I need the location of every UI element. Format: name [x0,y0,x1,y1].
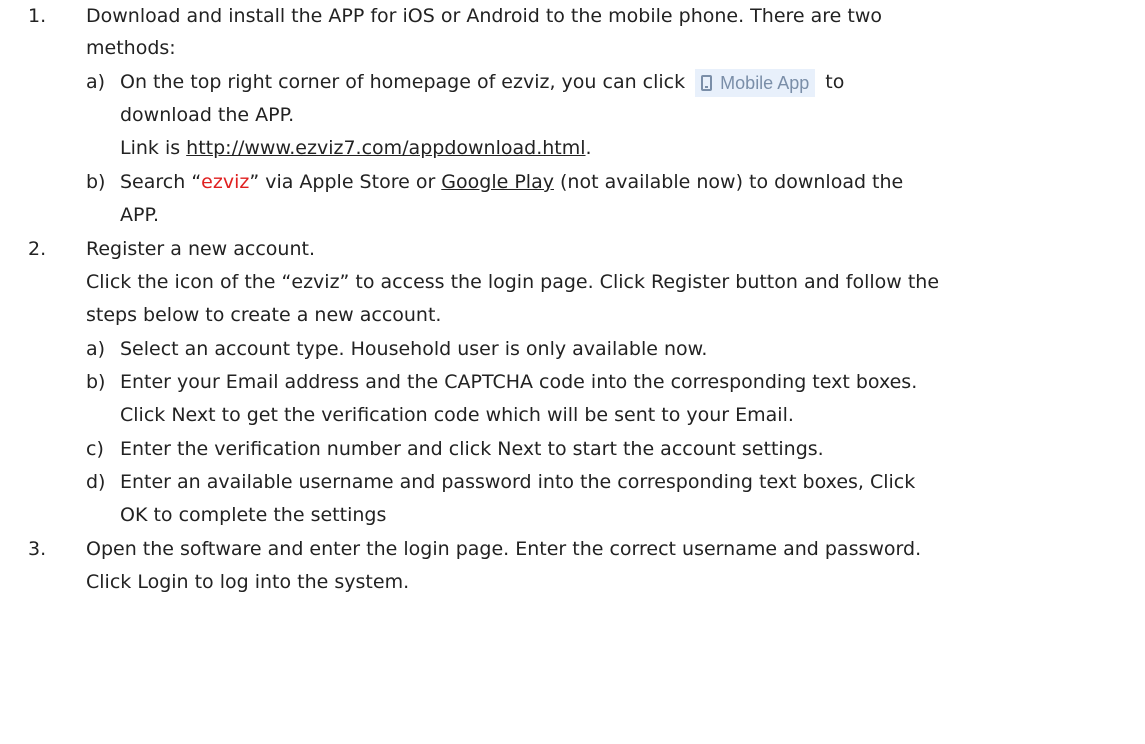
step-d-text-line-2: OK to complete the settings [120,504,387,526]
search-text-prefix: Search “ [120,171,202,193]
item-2-text-line-1: Register a new account. [86,238,315,260]
mobile-app-button[interactable]: Mobile App [695,69,816,97]
ezviz-highlight: ezviz [201,171,250,193]
item-1a-label: a) [86,71,106,93]
list-number-2: 2. [28,238,47,260]
link-prefix: Link is [120,137,187,159]
step-b-label: b) [86,371,106,393]
item-1a-line-1: On the top right corner of homepage of e… [120,69,845,97]
step-c-text: Enter the verification number and click … [120,438,824,460]
item-3-text-line-1: Open the software and enter the login pa… [86,538,922,560]
step-b-text-line-1: Enter your Email address and the CAPTCHA… [120,371,918,393]
item-1a-text-after-button: to [825,71,845,93]
google-play-link[interactable]: Google Play [441,171,554,193]
step-c-label: c) [86,438,104,460]
mobile-phone-icon [701,75,713,91]
step-a-text: Select an account type. Household user i… [120,338,708,360]
step-b-text-line-2: Click Next to get the verification code … [120,404,794,426]
step-a-label: a) [86,338,106,360]
app-download-link[interactable]: http://www.ezviz7.com/appdownload.html [186,137,585,159]
item-2-text-line-2: Click the icon of the “ezviz” to access … [86,271,940,293]
item-3-text-line-2: Click Login to log into the system. [86,571,410,593]
item-1b-line-2: APP. [120,204,159,226]
item-1b-label: b) [86,171,106,193]
item-1a-line-3: Link is http://www.ezviz7.com/appdownloa… [120,135,592,161]
search-text-middle: ” via Apple Store or [249,171,442,193]
item-1a-line-2: download the APP. [120,104,295,126]
link-suffix: . [585,137,592,159]
search-text-suffix: (not available now) to download the [553,171,904,193]
mobile-app-button-label: Mobile App [720,73,810,93]
list-number-1: 1. [28,5,47,27]
item-1b-line-1: Search “ezviz” via Apple Store or Google… [120,169,903,195]
item-2-text-line-3: steps below to create a new account. [86,304,442,326]
step-d-label: d) [86,471,106,493]
list-number-3: 3. [28,538,47,560]
item-1a-text-before-button: On the top right corner of homepage of e… [120,71,686,93]
step-d-text-line-1: Enter an available username and password… [120,471,916,493]
item-1-text-line-1: Download and install the APP for iOS or … [86,5,883,27]
item-1-text-line-2: methods: [86,37,176,59]
